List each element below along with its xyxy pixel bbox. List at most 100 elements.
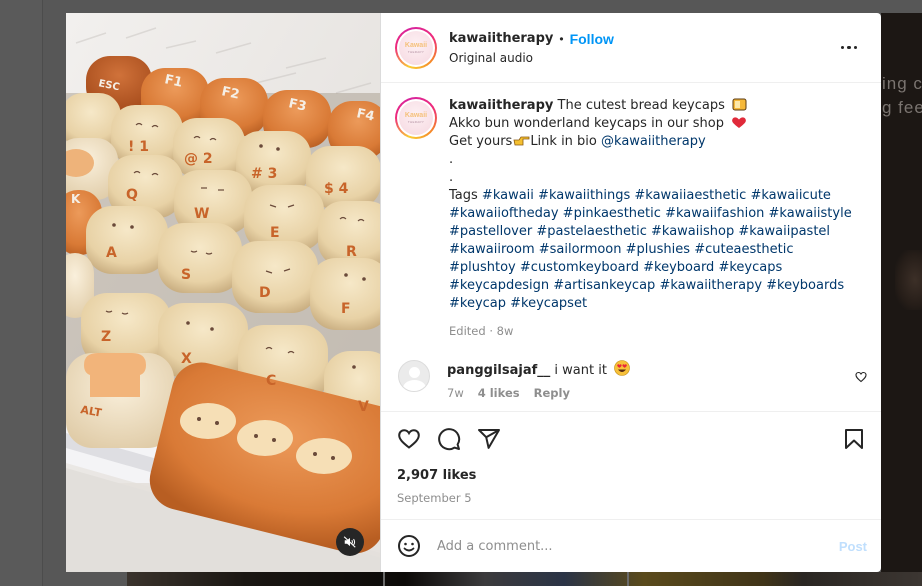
thumbnail-divider — [383, 572, 385, 586]
post-modal: ESC F1 F2 F3 F4 K ! 1 @ 2 # 3 $ 4 Q W E … — [66, 13, 881, 572]
hashtag-link[interactable]: #pinkaesthetic — [563, 206, 661, 221]
background-text-line: ing c — [882, 74, 922, 93]
comment-text: i want it — [554, 363, 607, 378]
caption-dot: . — [449, 170, 454, 185]
caption-author-avatar[interactable]: Kawaii THERAPY — [395, 97, 437, 139]
reply-button[interactable]: Reply — [534, 386, 570, 400]
heart-icon — [855, 371, 867, 383]
hashtag-link[interactable]: #kawaiifashion — [665, 206, 764, 221]
keyboard-photo: ESC F1 F2 F3 F4 K ! 1 @ 2 # 3 $ 4 Q W E … — [66, 13, 380, 572]
hashtag-link[interactable]: #kawaiitherapy — [659, 278, 762, 293]
caption-dot: . — [449, 152, 454, 167]
mute-button[interactable] — [336, 528, 364, 556]
avatar-sub-text: THERAPY — [407, 49, 425, 54]
post-actions-section: 2,907 likes September 5 — [381, 411, 881, 519]
svg-text:F: F — [341, 301, 351, 317]
comment-input[interactable] — [437, 538, 839, 554]
pointing-hand-emoji — [513, 136, 530, 146]
comment-icon — [438, 428, 461, 451]
hashtag-link[interactable]: #kawaiioftheday — [449, 206, 559, 221]
hashtags: Tags #kawaii #kawaiithings #kawaiiaesthe… — [449, 187, 859, 313]
avatar-brand-text: Kawaii — [404, 41, 428, 49]
hashtag-link[interactable]: #kawaii — [482, 188, 534, 203]
hashtag-link[interactable]: #sailormoon — [539, 242, 622, 257]
bookmark-icon — [845, 429, 863, 449]
svg-text:Q: Q — [126, 187, 138, 203]
svg-text:! 1: ! 1 — [128, 139, 149, 155]
hashtag-link[interactable]: #keycaps — [718, 260, 782, 275]
hashtag-link[interactable]: #plushtoy — [449, 260, 516, 275]
edited-label: Edited — [449, 324, 486, 338]
svg-text:V: V — [358, 399, 369, 415]
hashtag-link[interactable]: #keyboards — [766, 278, 844, 293]
background-text: ing c g fee — [882, 72, 922, 120]
background-thumbnails — [127, 572, 922, 586]
post-comment-button[interactable]: Post — [839, 539, 867, 554]
hashtag-link[interactable]: #kawaiipastel — [738, 224, 830, 239]
hashtag-link[interactable]: #kawaiithings — [538, 188, 630, 203]
avatar-sub-text: THERAPY — [407, 120, 425, 124]
hashtag-link[interactable]: #keycap — [449, 296, 506, 311]
comment-age: 7w — [447, 386, 464, 400]
caption-line: Akko bun wonderland keycaps in our shop — [449, 116, 724, 131]
commenter-avatar[interactable] — [398, 360, 430, 392]
more-horizontal-icon — [840, 45, 844, 50]
background-sidebar — [0, 0, 43, 586]
comment-item: panggilsajaf__ i want it 7w 4 likes Repl… — [395, 360, 867, 400]
author-avatar[interactable]: Kawaii THERAPY — [395, 26, 437, 69]
svg-text:# 3: # 3 — [251, 166, 277, 182]
hashtag-link[interactable]: #keycapset — [510, 296, 587, 311]
tags-label: Tags — [449, 188, 478, 203]
likes-count[interactable]: 2,907 likes — [397, 468, 865, 483]
hashtag-link[interactable]: #kawaiiaesthetic — [634, 188, 746, 203]
hashtag-link[interactable]: #kawaiiroom — [449, 242, 535, 257]
caption-age: 8w — [496, 324, 514, 338]
hashtag-link[interactable]: #kawaiistyle — [769, 206, 852, 221]
post-video[interactable]: ESC F1 F2 F3 F4 K ! 1 @ 2 # 3 $ 4 Q W E … — [66, 13, 381, 572]
share-button[interactable] — [477, 427, 501, 451]
svg-text:@ 2: @ 2 — [184, 151, 213, 167]
commenter-username[interactable]: panggilsajaf__ — [447, 363, 550, 378]
hashtag-link[interactable]: #keycapdesign — [449, 278, 549, 293]
comment-likes[interactable]: 4 likes — [478, 386, 520, 400]
svg-text:S: S — [181, 267, 191, 283]
svg-text:R: R — [346, 244, 357, 260]
svg-text:E: E — [270, 225, 280, 241]
caption-line: Get yours — [449, 134, 513, 149]
caption-author[interactable]: kawaiitherapy — [449, 98, 553, 113]
author-username[interactable]: kawaiitherapy — [449, 30, 553, 48]
background-text-line: g fee — [882, 98, 922, 117]
hashtag-link[interactable]: #customkeyboard — [520, 260, 639, 275]
save-button[interactable] — [843, 427, 865, 451]
caption-meta: Edited · 8w — [449, 324, 514, 338]
hashtag-link[interactable]: #kawaiicute — [750, 188, 830, 203]
like-button[interactable] — [397, 427, 421, 451]
emoji-picker-button[interactable] — [397, 534, 421, 558]
hashtag-link[interactable]: #artisankeycap — [553, 278, 655, 293]
smiley-icon — [398, 535, 420, 557]
heart-eyes-emoji — [614, 360, 630, 376]
hashtag-link[interactable]: #pastelaesthetic — [536, 224, 647, 239]
hashtag-link[interactable]: #kawaiishop — [651, 224, 734, 239]
svg-text:W: W — [194, 206, 209, 222]
comment-button[interactable] — [437, 427, 461, 451]
audio-link[interactable]: Original audio — [449, 51, 614, 65]
hashtag-link[interactable]: #pastellover — [449, 224, 532, 239]
heart-emoji — [732, 117, 746, 128]
caption-line: Link in bio — [530, 134, 597, 149]
svg-text:A: A — [106, 245, 117, 261]
bread-emoji — [732, 98, 747, 111]
more-options-button[interactable] — [837, 38, 862, 58]
hashtag-link[interactable]: #plushies — [626, 242, 690, 257]
add-comment-form: Post — [381, 519, 881, 572]
follow-button[interactable]: Follow — [570, 30, 614, 48]
comment-like-button[interactable] — [855, 370, 867, 388]
mention-link[interactable]: @kawaiitherapy — [601, 134, 706, 149]
post-date[interactable]: September 5 — [397, 491, 865, 519]
comments-section[interactable]: Kawaii THERAPY kawaiitherapy The cutest … — [381, 83, 881, 411]
svg-text:K: K — [71, 192, 81, 206]
svg-text:Z: Z — [101, 329, 111, 345]
heart-icon — [398, 429, 420, 449]
hashtag-link[interactable]: #cuteaesthetic — [694, 242, 793, 257]
hashtag-link[interactable]: #keyboard — [643, 260, 714, 275]
